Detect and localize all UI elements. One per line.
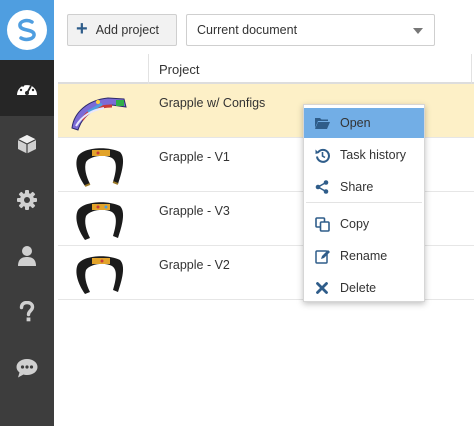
close-icon [314,280,330,296]
menu-item-open[interactable]: Open [304,108,424,138]
project-thumbnail [68,198,134,242]
document-filter-value: Current document [197,23,298,37]
context-menu: Open Task history Share Copy Rename Dele… [303,104,425,302]
menu-item-copy[interactable]: Copy [304,209,424,239]
menu-item-label: Share [340,180,374,194]
menu-item-label: Rename [340,249,388,263]
menu-item-label: Task history [340,148,406,162]
sidebar-item-account[interactable] [0,228,54,284]
share-icon [314,179,330,195]
app-logo[interactable] [0,0,54,60]
sidebar-item-parts[interactable] [0,116,54,172]
project-thumbnail [68,252,134,296]
gear-icon [16,189,38,211]
sidebar-item-dashboard[interactable] [0,60,54,116]
column-divider [148,54,149,84]
sidebar-item-feedback[interactable] [0,340,54,396]
menu-item-rename[interactable]: Rename [304,241,424,271]
menu-item-share[interactable]: Share [304,172,424,202]
project-thumbnail [68,144,134,188]
folder-open-icon [314,115,330,131]
menu-item-label: Open [340,116,371,130]
menu-item-label: Delete [340,281,377,295]
column-header-project[interactable]: Project [159,62,199,77]
document-filter-select[interactable]: Current document [186,14,435,46]
sidebar-item-settings[interactable] [0,172,54,228]
add-project-button[interactable]: + Add project [67,14,177,46]
menu-item-delete[interactable]: Delete [304,273,424,303]
question-icon [19,301,35,323]
menu-item-label: Copy [340,217,370,231]
add-project-label: Add project [95,23,159,37]
project-name: Grapple - V2 [159,258,230,272]
menu-separator [306,202,422,203]
menu-item-task-history[interactable]: Task history [304,140,424,170]
user-icon [17,245,37,267]
cube-icon [16,133,38,155]
chevron-down-icon [413,28,423,34]
column-divider [471,54,472,84]
project-thumbnail [68,90,134,134]
chat-icon [15,357,39,379]
dashboard-icon [15,78,39,98]
plus-icon: + [76,18,88,40]
edit-icon [314,248,330,264]
project-name: Grapple - V3 [159,204,230,218]
copy-icon [314,216,330,232]
table-header: Project [58,54,474,84]
sidebar-item-help[interactable] [0,284,54,340]
project-name: Grapple - V1 [159,150,230,164]
project-name: Grapple w/ Configs [159,96,266,110]
history-icon [314,147,330,163]
sidebar [0,0,54,426]
logo-icon [7,10,47,50]
